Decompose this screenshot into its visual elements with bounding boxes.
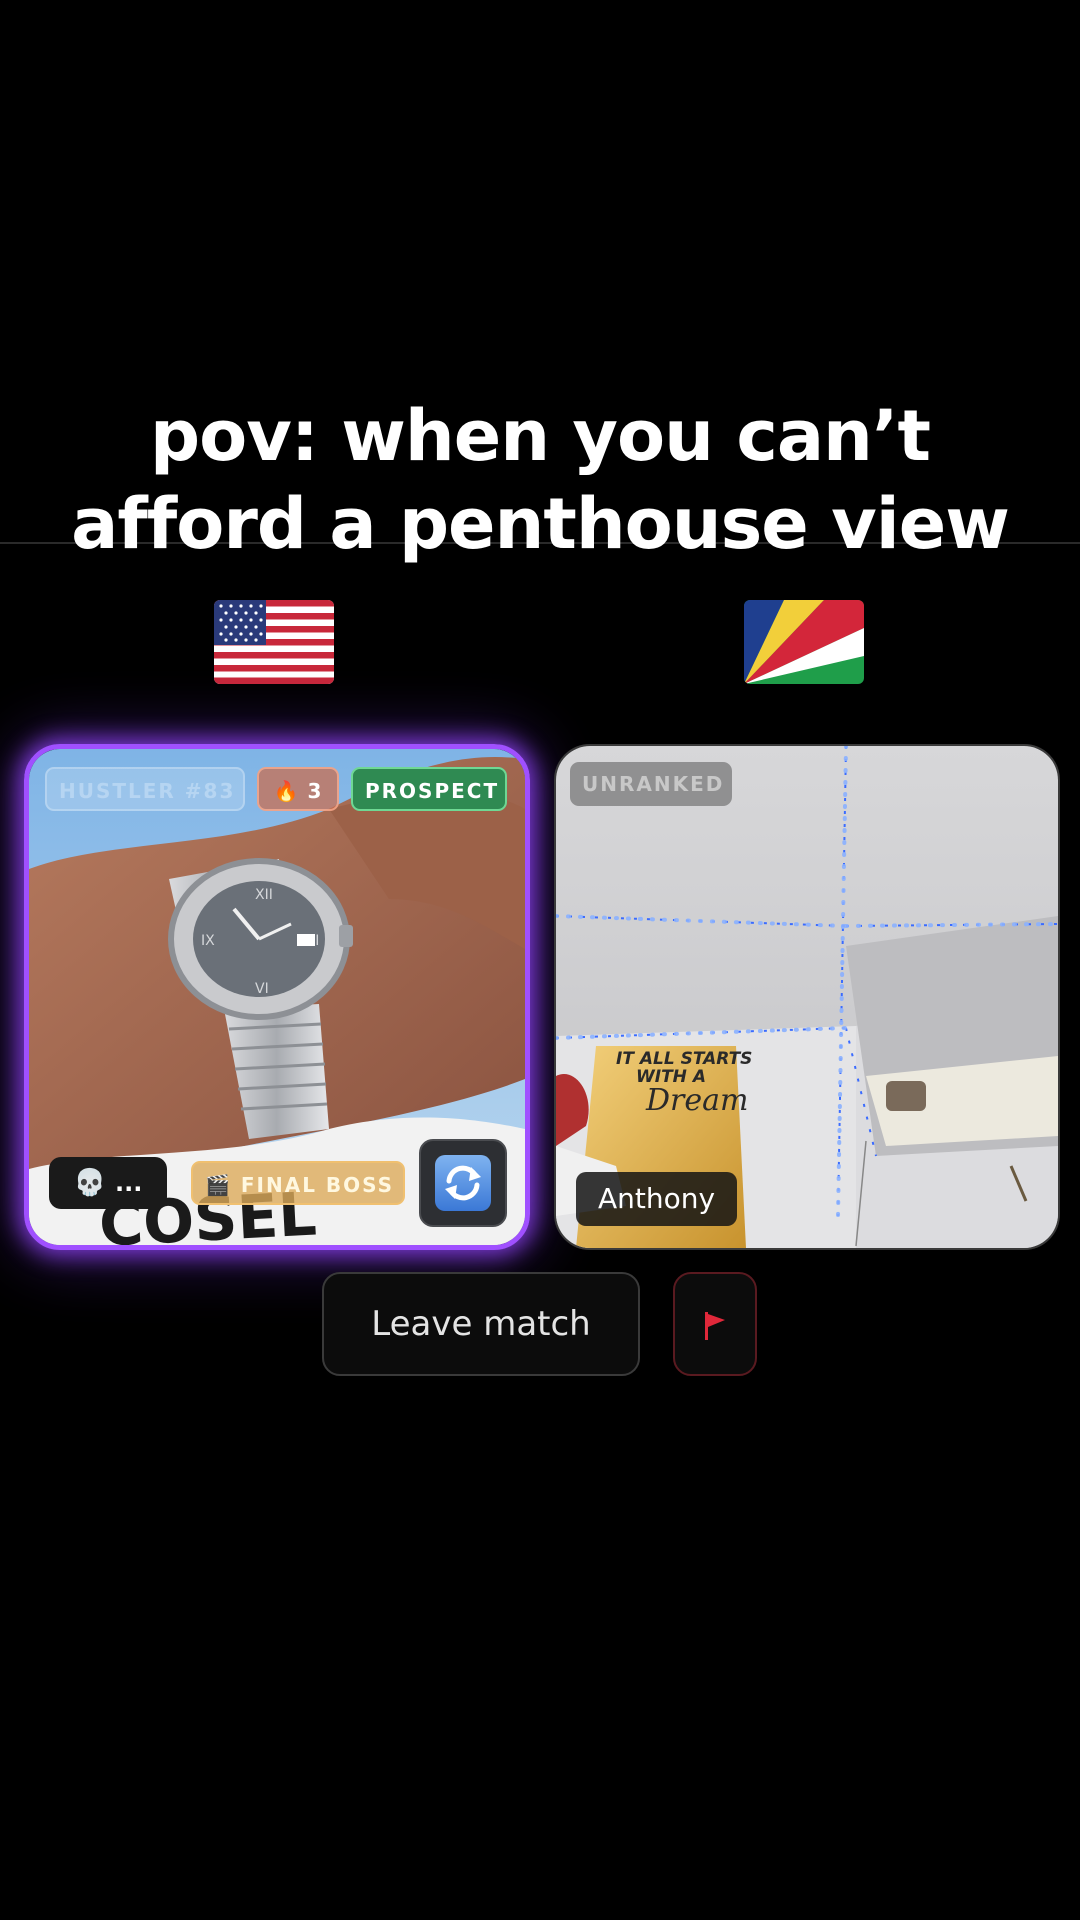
swap-camera-button[interactable] (419, 1139, 507, 1227)
rank-badge: UNRANKED (570, 762, 732, 806)
player-name-tag: Anthony (576, 1172, 738, 1226)
caption-line-1: pov: when you can’t (150, 395, 931, 477)
rank-badge: HUSTLER #83 (45, 767, 245, 811)
flag-icon (703, 1312, 727, 1340)
streak-badge: 🔥 3 (257, 767, 339, 811)
video-caption: pov: when you can’t afford a penthouse v… (0, 392, 1080, 568)
more-indicator: ... (115, 1169, 143, 1197)
leave-match-button[interactable]: Leave match (322, 1272, 640, 1376)
title-badge: 🎬 FINAL BOSS (191, 1161, 405, 1205)
clapper-icon: 🎬 (205, 1173, 232, 1197)
match-screen: pov: when you can’t afford a penthouse v… (0, 0, 1080, 1920)
svg-text:XII: XII (255, 887, 273, 903)
poster-line-1: IT ALL STARTS (616, 1049, 752, 1069)
skull-reactions-button[interactable]: 💀 ... (49, 1157, 167, 1209)
svg-text:IX: IX (201, 933, 215, 949)
tier-badge: PROSPECT (351, 767, 507, 811)
left-player-video[interactable]: COSEL XII III VI IX HUSTLER # (24, 744, 530, 1250)
report-button[interactable] (673, 1272, 757, 1376)
swap-camera-icon (435, 1155, 491, 1211)
caption-line-2: afford a penthouse view (71, 483, 1010, 565)
poster-line-3: Dream (645, 1083, 748, 1118)
title-label: FINAL BOSS (240, 1173, 395, 1197)
streak-count: 3 (307, 779, 323, 803)
usa-flag-icon (214, 600, 334, 684)
fire-icon: 🔥 (273, 779, 300, 803)
seychelles-flag-icon (744, 600, 864, 684)
right-player-video[interactable]: IT ALL STARTS WITH A Dream UNRANKED Anth… (554, 744, 1060, 1250)
skull-icon: 💀 (73, 1168, 106, 1198)
svg-text:VI: VI (255, 981, 269, 997)
